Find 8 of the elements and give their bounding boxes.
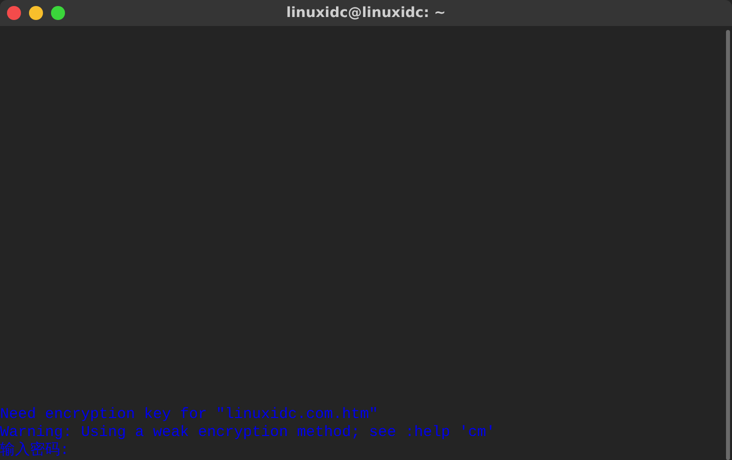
terminal-line: 输入密码:: [0, 442, 70, 460]
maximize-button[interactable]: [51, 6, 65, 20]
terminal-line: Need encryption key for "linuxidc.com.htm": [0, 406, 378, 424]
scrollbar[interactable]: [726, 30, 730, 460]
window-title: linuxidc@linuxidc: ~: [286, 5, 446, 21]
terminal-line: Warning: Using a weak encryption method; see :help 'cm': [0, 424, 496, 441]
close-button[interactable]: [7, 6, 21, 20]
minimize-button[interactable]: [29, 6, 43, 20]
